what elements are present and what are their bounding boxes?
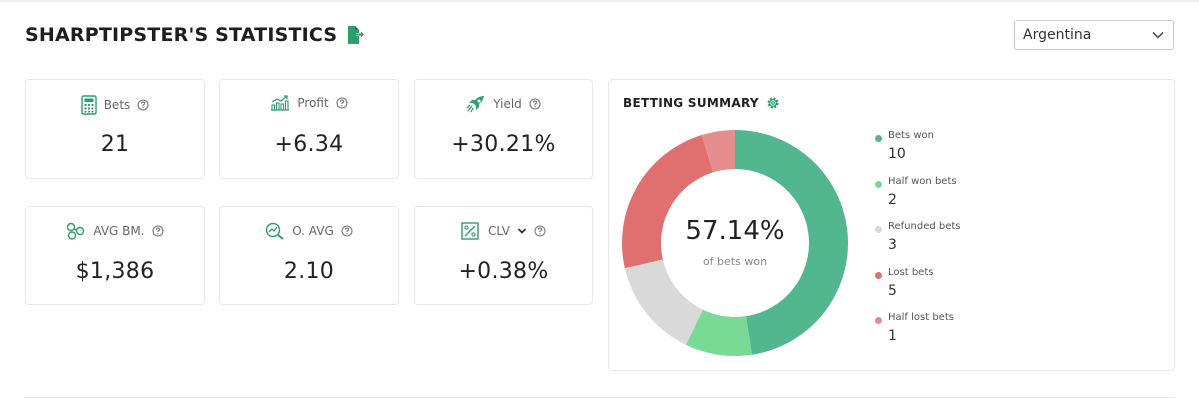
stat-card-yield: Yield +30.21% [414, 79, 593, 179]
donut-slice-lost-bets[interactable] [622, 135, 714, 269]
stat-header: CLV [415, 222, 592, 240]
country-select[interactable]: Argentina [1014, 20, 1174, 50]
betting-summary-card: BETTING SUMMARY 57.14% of bets won Bets … [608, 79, 1175, 371]
help-icon[interactable] [529, 98, 541, 110]
stat-card-avg-bm: AVG BM. $1,386 [25, 206, 205, 305]
stat-header: Yield [415, 95, 592, 113]
legend-count: 5 [888, 282, 897, 299]
win-rate-value: 57.14% [685, 216, 785, 246]
stat-label: AVG BM. [93, 224, 145, 238]
legend-swatch [875, 271, 882, 279]
trend-magnifier-icon [266, 222, 284, 240]
help-icon[interactable] [534, 225, 546, 237]
page-header: SHARPTIPSTER'S STATISTICS [25, 24, 365, 46]
legend-swatch [875, 317, 882, 324]
help-icon[interactable] [137, 99, 149, 111]
percent-box-icon [461, 222, 479, 240]
donut-slice-refunded-bets[interactable] [624, 259, 703, 345]
legend-label: Half won bets [888, 175, 957, 187]
growth-chart-icon [271, 95, 290, 111]
help-icon[interactable] [341, 225, 353, 237]
calculator-icon [81, 95, 97, 115]
file-export-icon[interactable] [345, 25, 365, 45]
stat-value: 21 [100, 132, 130, 157]
legend-count: 10 [888, 146, 906, 162]
stat-header: AVG BM. [26, 222, 204, 240]
stat-value: +30.21% [451, 132, 556, 157]
stat-card-bets: Bets 21 [25, 79, 205, 179]
legend-label: Half lost bets [888, 312, 954, 323]
coins-icon [67, 222, 85, 240]
stat-label: O. AVG [292, 224, 334, 238]
stat-card-clv: CLV +0.38% [414, 206, 593, 305]
gear-icon[interactable] [766, 96, 780, 110]
stat-value: +6.34 [274, 132, 344, 157]
stat-value: +0.38% [458, 259, 549, 284]
legend-label: Lost bets [888, 266, 934, 278]
top-divider [0, 0, 1199, 2]
stat-header: O. AVG [220, 222, 398, 240]
rocket-icon [466, 96, 485, 113]
legend-count: 3 [888, 237, 897, 253]
country-select-value: Argentina [1023, 27, 1092, 43]
stat-card-profit: Profit +6.34 [219, 79, 399, 179]
stat-label: Profit [297, 96, 329, 110]
legend-label: Bets won [888, 130, 934, 141]
summary-header: BETTING SUMMARY [623, 96, 780, 110]
legend-swatch [875, 135, 882, 142]
help-icon[interactable] [336, 97, 348, 109]
win-rate-label: of bets won [702, 255, 768, 268]
chevron-down-icon[interactable] [517, 226, 527, 236]
help-icon[interactable] [152, 225, 164, 237]
stat-value: $1,386 [75, 259, 155, 284]
stat-label: Bets [103, 98, 131, 112]
stat-value: 2.10 [283, 259, 335, 284]
legend-swatch [875, 180, 882, 188]
stat-header: Profit [220, 95, 398, 111]
chevron-down-icon [1152, 31, 1164, 39]
legend-label: Refunded bets [888, 221, 961, 232]
stat-label: Yield [493, 97, 522, 111]
stat-header: Bets [26, 95, 204, 115]
legend-swatch [875, 226, 882, 233]
legend-count: 1 [888, 328, 897, 344]
bottom-divider [24, 397, 1175, 398]
summary-title: BETTING SUMMARY [623, 96, 759, 110]
page-title: SHARPTIPSTER'S STATISTICS [25, 24, 338, 46]
stat-card-odds-avg: O. AVG 2.10 [219, 206, 399, 305]
legend-count: 2 [888, 191, 897, 208]
stat-label: CLV [488, 224, 510, 238]
